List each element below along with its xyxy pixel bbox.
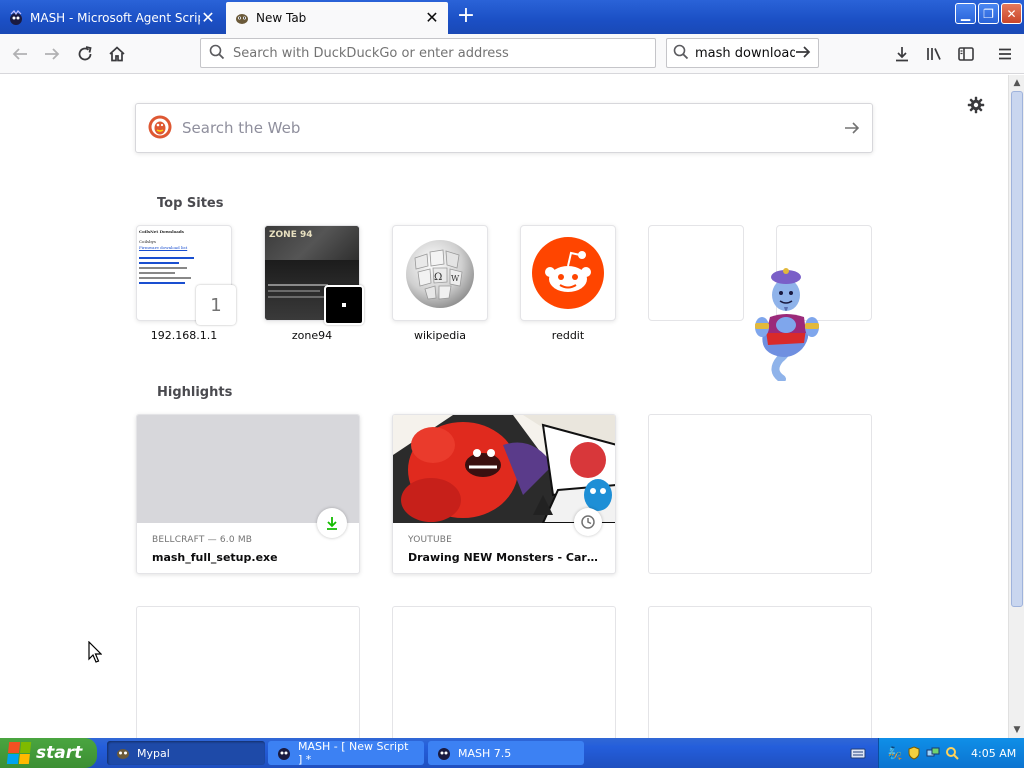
new-tab-page: Top Sites CoilsNet Downloads Coilsbys Fi… xyxy=(0,75,1008,738)
downloads-icon[interactable] xyxy=(890,42,914,66)
top-site-label: zone94 xyxy=(291,329,333,342)
mash-icon xyxy=(8,10,24,26)
top-site-thumbnail xyxy=(520,225,616,321)
system-tray: 🧞 4:05 AM xyxy=(878,738,1024,768)
highlight-source: YOUTUBE xyxy=(408,535,453,545)
highlight-card-youtube[interactable]: YOUTUBE Drawing NEW Monsters - Cartoo... xyxy=(392,414,616,574)
back-arrow-icon[interactable] xyxy=(8,42,32,66)
address-bar[interactable] xyxy=(200,38,656,68)
taskbar-item-mash-script[interactable]: MASH - [ New Script ] * xyxy=(268,740,424,766)
gear-icon[interactable] xyxy=(966,95,986,115)
site-badge: 1 xyxy=(196,285,236,325)
scroll-down-arrow-icon[interactable]: ▼ xyxy=(1009,722,1024,738)
highlight-placeholder xyxy=(648,606,872,738)
forward-arrow-icon[interactable] xyxy=(40,42,64,66)
new-tab-plus-icon[interactable]: + xyxy=(452,4,480,30)
menu-hamburger-icon[interactable] xyxy=(993,42,1017,66)
highlight-source: BELLCRAFT — 6.0 MB xyxy=(152,535,253,545)
tab-title: New Tab xyxy=(256,11,307,25)
thumbnail-link: Firmware download list xyxy=(139,245,188,250)
search-submit-arrow-icon[interactable] xyxy=(832,119,872,137)
mouse-cursor-icon xyxy=(88,640,103,666)
top-site-zone94[interactable]: ZONE 94 zone94 xyxy=(264,225,364,342)
window-controls: ▁ ❐ ✕ xyxy=(955,3,1022,24)
top-site-empty[interactable] xyxy=(648,225,744,321)
scroll-thumb[interactable] xyxy=(1011,91,1023,607)
cartoon-monster-thumbnail xyxy=(393,415,615,523)
go-arrow-icon[interactable] xyxy=(795,44,811,63)
download-arrow-icon xyxy=(317,508,347,538)
search-icon xyxy=(673,44,689,63)
highlight-placeholder xyxy=(392,606,616,738)
navigation-toolbar xyxy=(0,34,1024,74)
close-button[interactable]: ✕ xyxy=(1001,3,1022,24)
top-site-label: 192.168.1.1 xyxy=(150,329,218,342)
windows-taskbar: start Mypal MASH - [ New Script ] * MASH… xyxy=(0,738,1024,768)
start-label: start xyxy=(36,743,83,763)
duckduckgo-logo-icon xyxy=(148,115,172,142)
library-icon[interactable] xyxy=(922,42,946,66)
taskbar-item-mash-75[interactable]: MASH 7.5 xyxy=(428,741,584,765)
home-icon[interactable] xyxy=(105,42,129,66)
search-input[interactable] xyxy=(695,45,795,61)
tab-new-tab[interactable]: New Tab ✕ xyxy=(226,2,448,34)
shield-icon[interactable] xyxy=(906,745,922,761)
sidebar-icon[interactable] xyxy=(954,42,978,66)
genie-agent-character[interactable] xyxy=(750,259,824,383)
search-tray-icon[interactable] xyxy=(944,745,960,761)
top-site-192-168-1-1[interactable]: CoilsNet Downloads Coilsbys Firmware dow… xyxy=(136,225,236,342)
highlight-title: mash_full_setup.exe xyxy=(152,551,278,564)
tab-close-icon[interactable]: ✕ xyxy=(200,10,216,26)
tab-favicon-icon xyxy=(234,10,250,26)
reload-icon[interactable] xyxy=(73,42,97,66)
highlight-preview xyxy=(393,415,615,523)
tab-title: MASH - Microsoft Agent Scripting Helper xyxy=(30,11,200,25)
mash-icon xyxy=(436,745,452,761)
thumbnail-heading: CoilsNet Downloads xyxy=(139,229,184,234)
top-site-reddit[interactable]: reddit xyxy=(520,225,616,342)
highlight-placeholder xyxy=(648,414,872,574)
search-icon xyxy=(209,44,225,63)
vertical-scrollbar[interactable]: ▲ ▼ xyxy=(1008,75,1024,738)
highlight-placeholder xyxy=(136,606,360,738)
tab-close-icon[interactable]: ✕ xyxy=(424,10,440,26)
top-site-placeholder xyxy=(648,225,744,321)
url-input[interactable] xyxy=(233,45,655,61)
genie-tray-icon[interactable]: 🧞 xyxy=(887,745,903,761)
zone94-favicon-icon xyxy=(324,285,364,325)
minimize-button[interactable]: ▁ xyxy=(955,3,976,24)
top-sites-heading: Top Sites xyxy=(157,196,224,211)
svg-text:Ω: Ω xyxy=(434,272,442,283)
highlight-card-download[interactable]: BELLCRAFT — 6.0 MB mash_full_setup.exe xyxy=(136,414,360,574)
top-site-label: wikipedia xyxy=(413,329,466,342)
top-site-wikipedia[interactable]: Ω W wikipedia xyxy=(392,225,488,342)
highlight-preview xyxy=(137,415,359,523)
web-search-input[interactable] xyxy=(182,119,832,137)
tab-mash[interactable]: MASH - Microsoft Agent Scripting Helper … xyxy=(0,2,224,34)
reddit-logo-icon xyxy=(532,237,604,309)
tab-strip: MASH - Microsoft Agent Scripting Helper … xyxy=(0,0,1024,34)
windows-flag-icon xyxy=(6,742,32,764)
network-icon[interactable] xyxy=(925,745,941,761)
taskbar-item-mypal[interactable]: Mypal xyxy=(107,741,265,765)
clock: 4:05 AM xyxy=(971,746,1017,760)
search-bar[interactable] xyxy=(666,38,819,68)
highlights-heading: Highlights xyxy=(157,385,233,400)
highlight-title: Drawing NEW Monsters - Cartoo... xyxy=(408,551,600,564)
start-button[interactable]: start xyxy=(0,738,97,768)
web-search-box[interactable] xyxy=(135,103,873,153)
mypal-icon xyxy=(115,745,131,761)
top-site-thumbnail: Ω W xyxy=(392,225,488,321)
mash-icon xyxy=(276,745,292,761)
keyboard-icon[interactable] xyxy=(850,746,866,760)
clock-icon xyxy=(574,508,602,536)
svg-text:W: W xyxy=(451,274,460,283)
wikipedia-globe-icon: Ω W xyxy=(406,240,474,308)
scroll-up-arrow-icon[interactable]: ▲ xyxy=(1009,75,1024,91)
top-site-label: reddit xyxy=(551,329,585,342)
restore-button[interactable]: ❐ xyxy=(978,3,999,24)
